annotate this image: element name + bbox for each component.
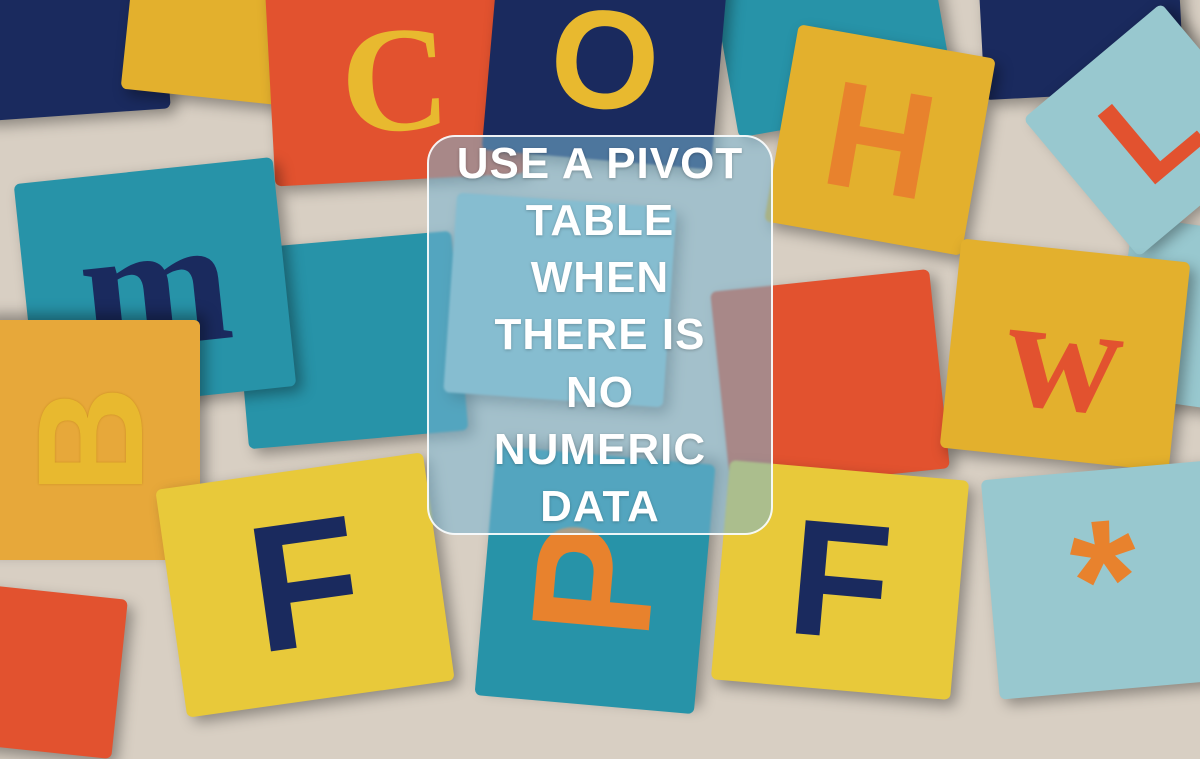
glyph: w: [999, 269, 1131, 440]
letter-tile-h: H: [764, 24, 996, 256]
glyph: C: [337, 2, 453, 157]
letter-tile: [0, 581, 128, 759]
glyph: *: [1065, 492, 1146, 667]
glyph: B: [15, 386, 165, 494]
letter-tile-f: F: [155, 452, 454, 717]
glyph: H: [814, 57, 947, 224]
glyph: P: [505, 516, 684, 644]
glyph: F: [238, 488, 372, 682]
glyph: L: [1078, 55, 1200, 206]
glyph: O: [545, 0, 666, 134]
letter-tile-w: w: [940, 239, 1191, 472]
letter-tile-asterisk: *: [981, 460, 1200, 699]
title-overlay: USE A PIVOT TABLE WHEN THERE IS NO NUMER…: [427, 135, 773, 535]
title-text: USE A PIVOT TABLE WHEN THERE IS NO NUMER…: [455, 135, 745, 535]
glyph: F: [783, 493, 898, 666]
